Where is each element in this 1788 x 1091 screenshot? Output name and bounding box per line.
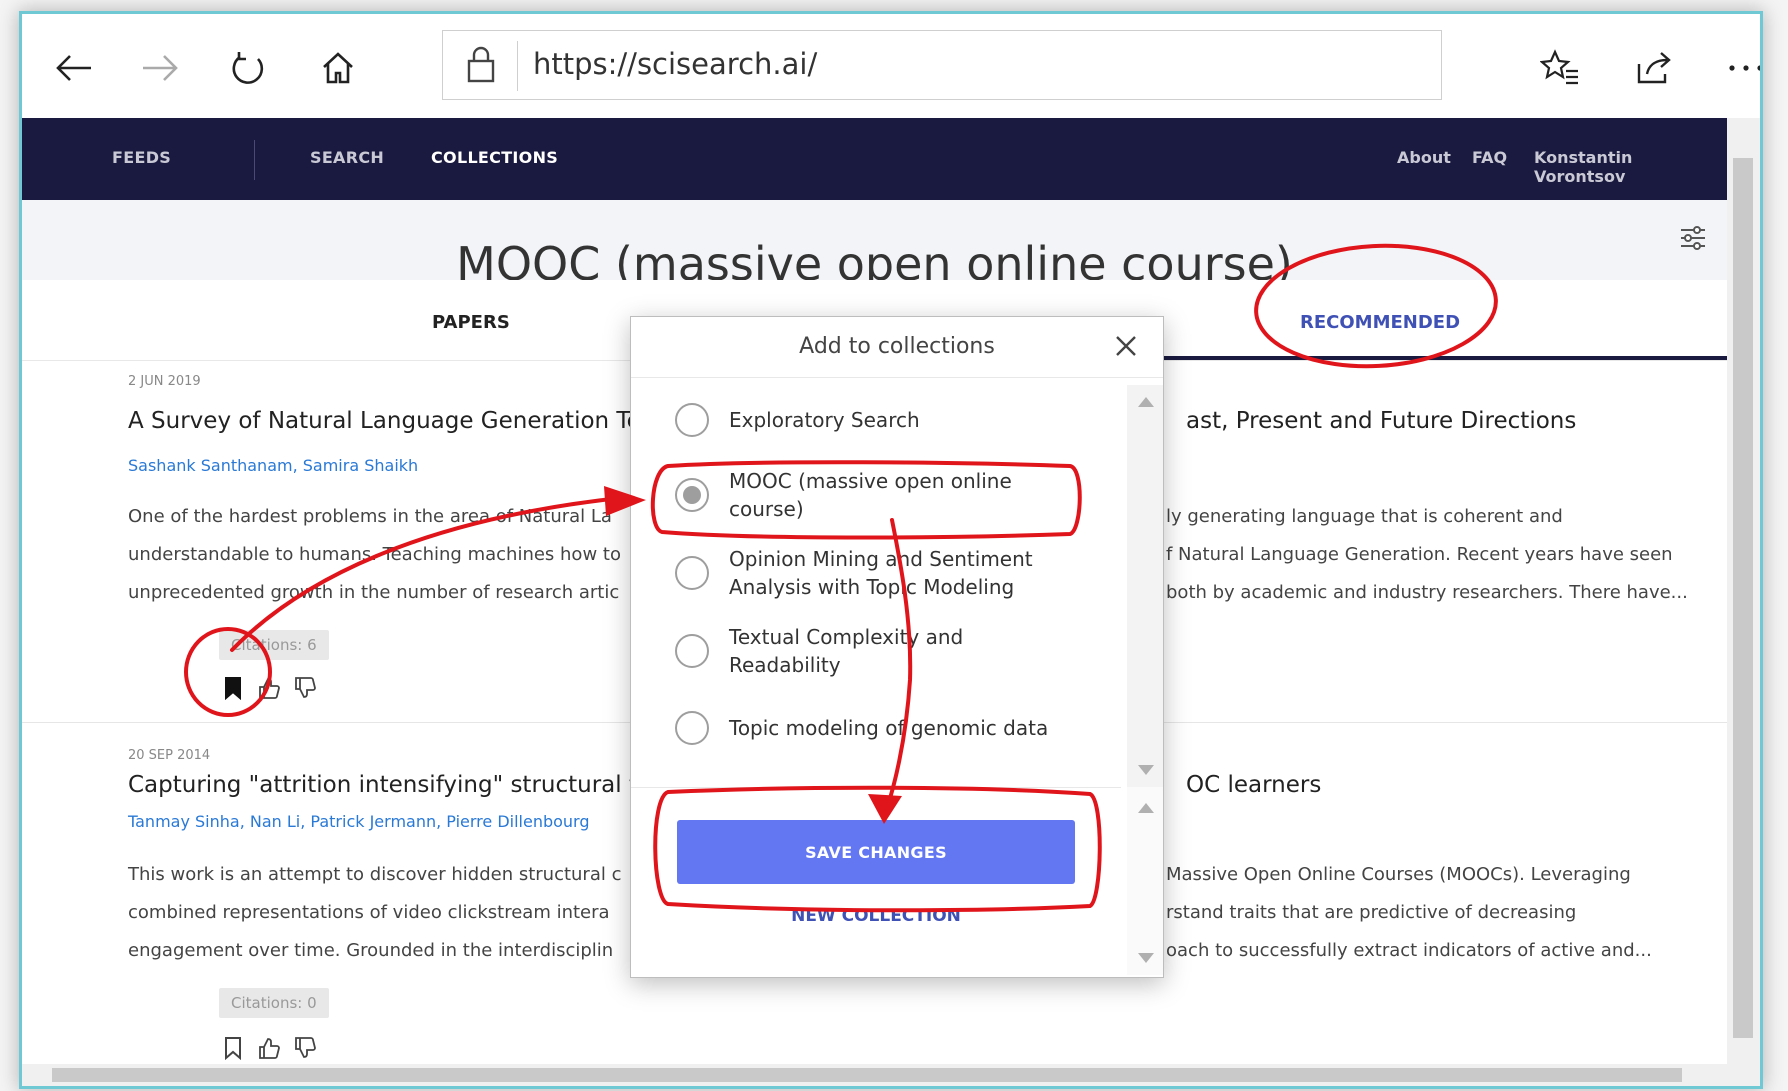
home-icon[interactable] (312, 42, 364, 94)
collection-option-textual-complexity[interactable]: Textual Complexity and Readability (675, 623, 1059, 679)
paper-title-right[interactable]: ast, Present and Future Directions (1186, 408, 1576, 434)
paper-title[interactable]: A Survey of Natural Language Generation … (128, 408, 1576, 434)
collection-option-label: Textual Complexity and Readability (729, 625, 964, 677)
abstract-line: oach to successfully extract indicators … (1166, 940, 1652, 961)
browser-window: https://scisearch.ai/ FEEDS SEARCH COLLE… (22, 14, 1760, 1086)
paper-abstract-right: ly generating language that is coherent … (1166, 498, 1688, 612)
thumbs-down-icon[interactable] (291, 1034, 319, 1062)
address-separator (517, 41, 518, 91)
vertical-scrollbar[interactable] (1727, 118, 1760, 1064)
tab-papers[interactable]: PAPERS (432, 312, 510, 333)
paper-actions (219, 1034, 319, 1062)
collection-option-exploratory-search[interactable]: Exploratory Search (675, 403, 1059, 437)
dialog-title: Add to collections (799, 334, 995, 359)
paper-abstract-left: One of the hardest problems in the area … (128, 498, 621, 612)
radio-button[interactable] (675, 403, 709, 437)
abstract-line: both by academic and industry researcher… (1166, 582, 1688, 603)
collection-options: Exploratory Search MOOC (massive open on… (631, 385, 1117, 795)
scroll-up-icon[interactable] (1138, 803, 1154, 813)
collection-option-label: Exploratory Search (729, 408, 920, 432)
lock-icon (467, 46, 495, 83)
radio-button[interactable] (675, 711, 709, 745)
footer-scrollbar[interactable] (1127, 787, 1163, 975)
collection-option-label: MOOC (massive open online course) (729, 469, 1012, 521)
paper-title-left[interactable]: Capturing "attrition intensifying" struc… (128, 772, 638, 798)
thumbs-up-icon[interactable] (255, 674, 283, 702)
nav-user[interactable]: Konstantin Vorontsov (1534, 148, 1727, 186)
horizontal-scroll-thumb[interactable] (52, 1068, 1682, 1082)
scroll-up-icon[interactable] (1138, 397, 1154, 407)
active-tab-underline (1164, 356, 1727, 360)
collection-option-mooc[interactable]: MOOC (massive open online course) (675, 467, 1059, 523)
collection-header: MOOC (massive open online course) (22, 200, 1727, 291)
scroll-down-icon[interactable] (1138, 953, 1154, 963)
abstract-line: ly generating language that is coherent … (1166, 506, 1563, 527)
nav-about[interactable]: About (1397, 148, 1451, 167)
site-navigation: FEEDS SEARCH COLLECTIONS About FAQ Konst… (22, 118, 1727, 200)
paper-authors[interactable]: Tanmay Sinha, Nan Li, Patrick Jermann, P… (128, 812, 590, 831)
browser-toolbar: https://scisearch.ai/ (22, 14, 1760, 118)
scroll-down-icon[interactable] (1138, 765, 1154, 775)
bookmark-filled-icon[interactable] (219, 674, 247, 702)
radio-button[interactable] (675, 556, 709, 590)
abstract-line: This work is an attempt to discover hidd… (128, 864, 622, 885)
dialog-footer: SAVE CHANGES NEW COLLECTION (631, 787, 1121, 978)
collection-option-opinion-mining[interactable]: Opinion Mining and Sentiment Analysis wi… (675, 545, 1059, 601)
paper-actions (219, 674, 319, 702)
back-icon[interactable] (48, 42, 100, 94)
paper-authors[interactable]: Sashank Santhanam, Samira Shaikh (128, 456, 418, 475)
citations-badge: Citations: 6 (219, 630, 329, 660)
tab-recommended[interactable]: RECOMMENDED (1300, 312, 1460, 333)
more-icon[interactable] (1720, 42, 1760, 94)
paper-abstract-right: Massive Open Online Courses (MOOCs). Lev… (1166, 856, 1652, 970)
options-scrollbar[interactable] (1127, 385, 1163, 795)
close-icon[interactable] (1109, 329, 1143, 363)
collection-option-topic-modeling-genomic[interactable]: Topic modeling of genomic data (675, 711, 1059, 745)
save-changes-button[interactable]: SAVE CHANGES (677, 820, 1075, 884)
citations-badge: Citations: 0 (219, 988, 329, 1018)
paper-date: 2 JUN 2019 (128, 374, 201, 389)
new-collection-link[interactable]: NEW COLLECTION (631, 906, 1121, 926)
bookmark-outline-icon[interactable] (219, 1034, 247, 1062)
abstract-line: understandable to humans. Teaching machi… (128, 544, 621, 565)
abstract-line: combined representations of video clicks… (128, 902, 610, 923)
share-icon[interactable] (1628, 42, 1680, 94)
add-to-collections-dialog: Add to collections Exploratory Search MO… (630, 316, 1164, 978)
thumbs-up-icon[interactable] (255, 1034, 283, 1062)
address-bar[interactable]: https://scisearch.ai/ (442, 30, 1442, 100)
horizontal-scrollbar[interactable] (22, 1064, 1760, 1086)
thumbs-down-icon[interactable] (291, 674, 319, 702)
collection-option-label: Topic modeling of genomic data (729, 716, 1049, 740)
forward-icon[interactable] (134, 42, 186, 94)
paper-title-right[interactable]: OC learners (1186, 772, 1321, 798)
radio-button[interactable] (675, 634, 709, 668)
abstract-line: f Natural Language Generation. Recent ye… (1166, 544, 1673, 565)
paper-title[interactable]: Capturing "attrition intensifying" struc… (128, 772, 1321, 798)
favorites-icon[interactable] (1534, 42, 1586, 94)
vertical-scroll-thumb[interactable] (1733, 158, 1753, 1038)
abstract-line: rstand traits that are predictive of dec… (1166, 902, 1577, 923)
abstract-line: One of the hardest problems in the area … (128, 506, 612, 527)
radio-button-selected[interactable] (675, 478, 709, 512)
abstract-line: Massive Open Online Courses (MOOCs). Lev… (1166, 864, 1631, 885)
paper-title-left[interactable]: A Survey of Natural Language Generation … (128, 408, 641, 434)
dialog-header: Add to collections (631, 317, 1163, 378)
paper-date: 20 SEP 2014 (128, 748, 211, 763)
url-text: https://scisearch.ai/ (533, 47, 818, 81)
nav-search[interactable]: SEARCH (310, 148, 384, 167)
nav-collections[interactable]: COLLECTIONS (431, 148, 558, 167)
abstract-line: unprecedented growth in the number of re… (128, 582, 620, 603)
abstract-line: engagement over time. Grounded in the in… (128, 940, 614, 961)
refresh-icon[interactable] (222, 42, 274, 94)
collection-option-label: Opinion Mining and Sentiment Analysis wi… (729, 547, 1033, 599)
nav-separator (254, 140, 255, 180)
settings-sliders-icon[interactable] (1677, 222, 1709, 254)
nav-faq[interactable]: FAQ (1472, 148, 1507, 167)
paper-abstract-left: This work is an attempt to discover hidd… (128, 856, 621, 970)
nav-feeds[interactable]: FEEDS (112, 148, 171, 167)
